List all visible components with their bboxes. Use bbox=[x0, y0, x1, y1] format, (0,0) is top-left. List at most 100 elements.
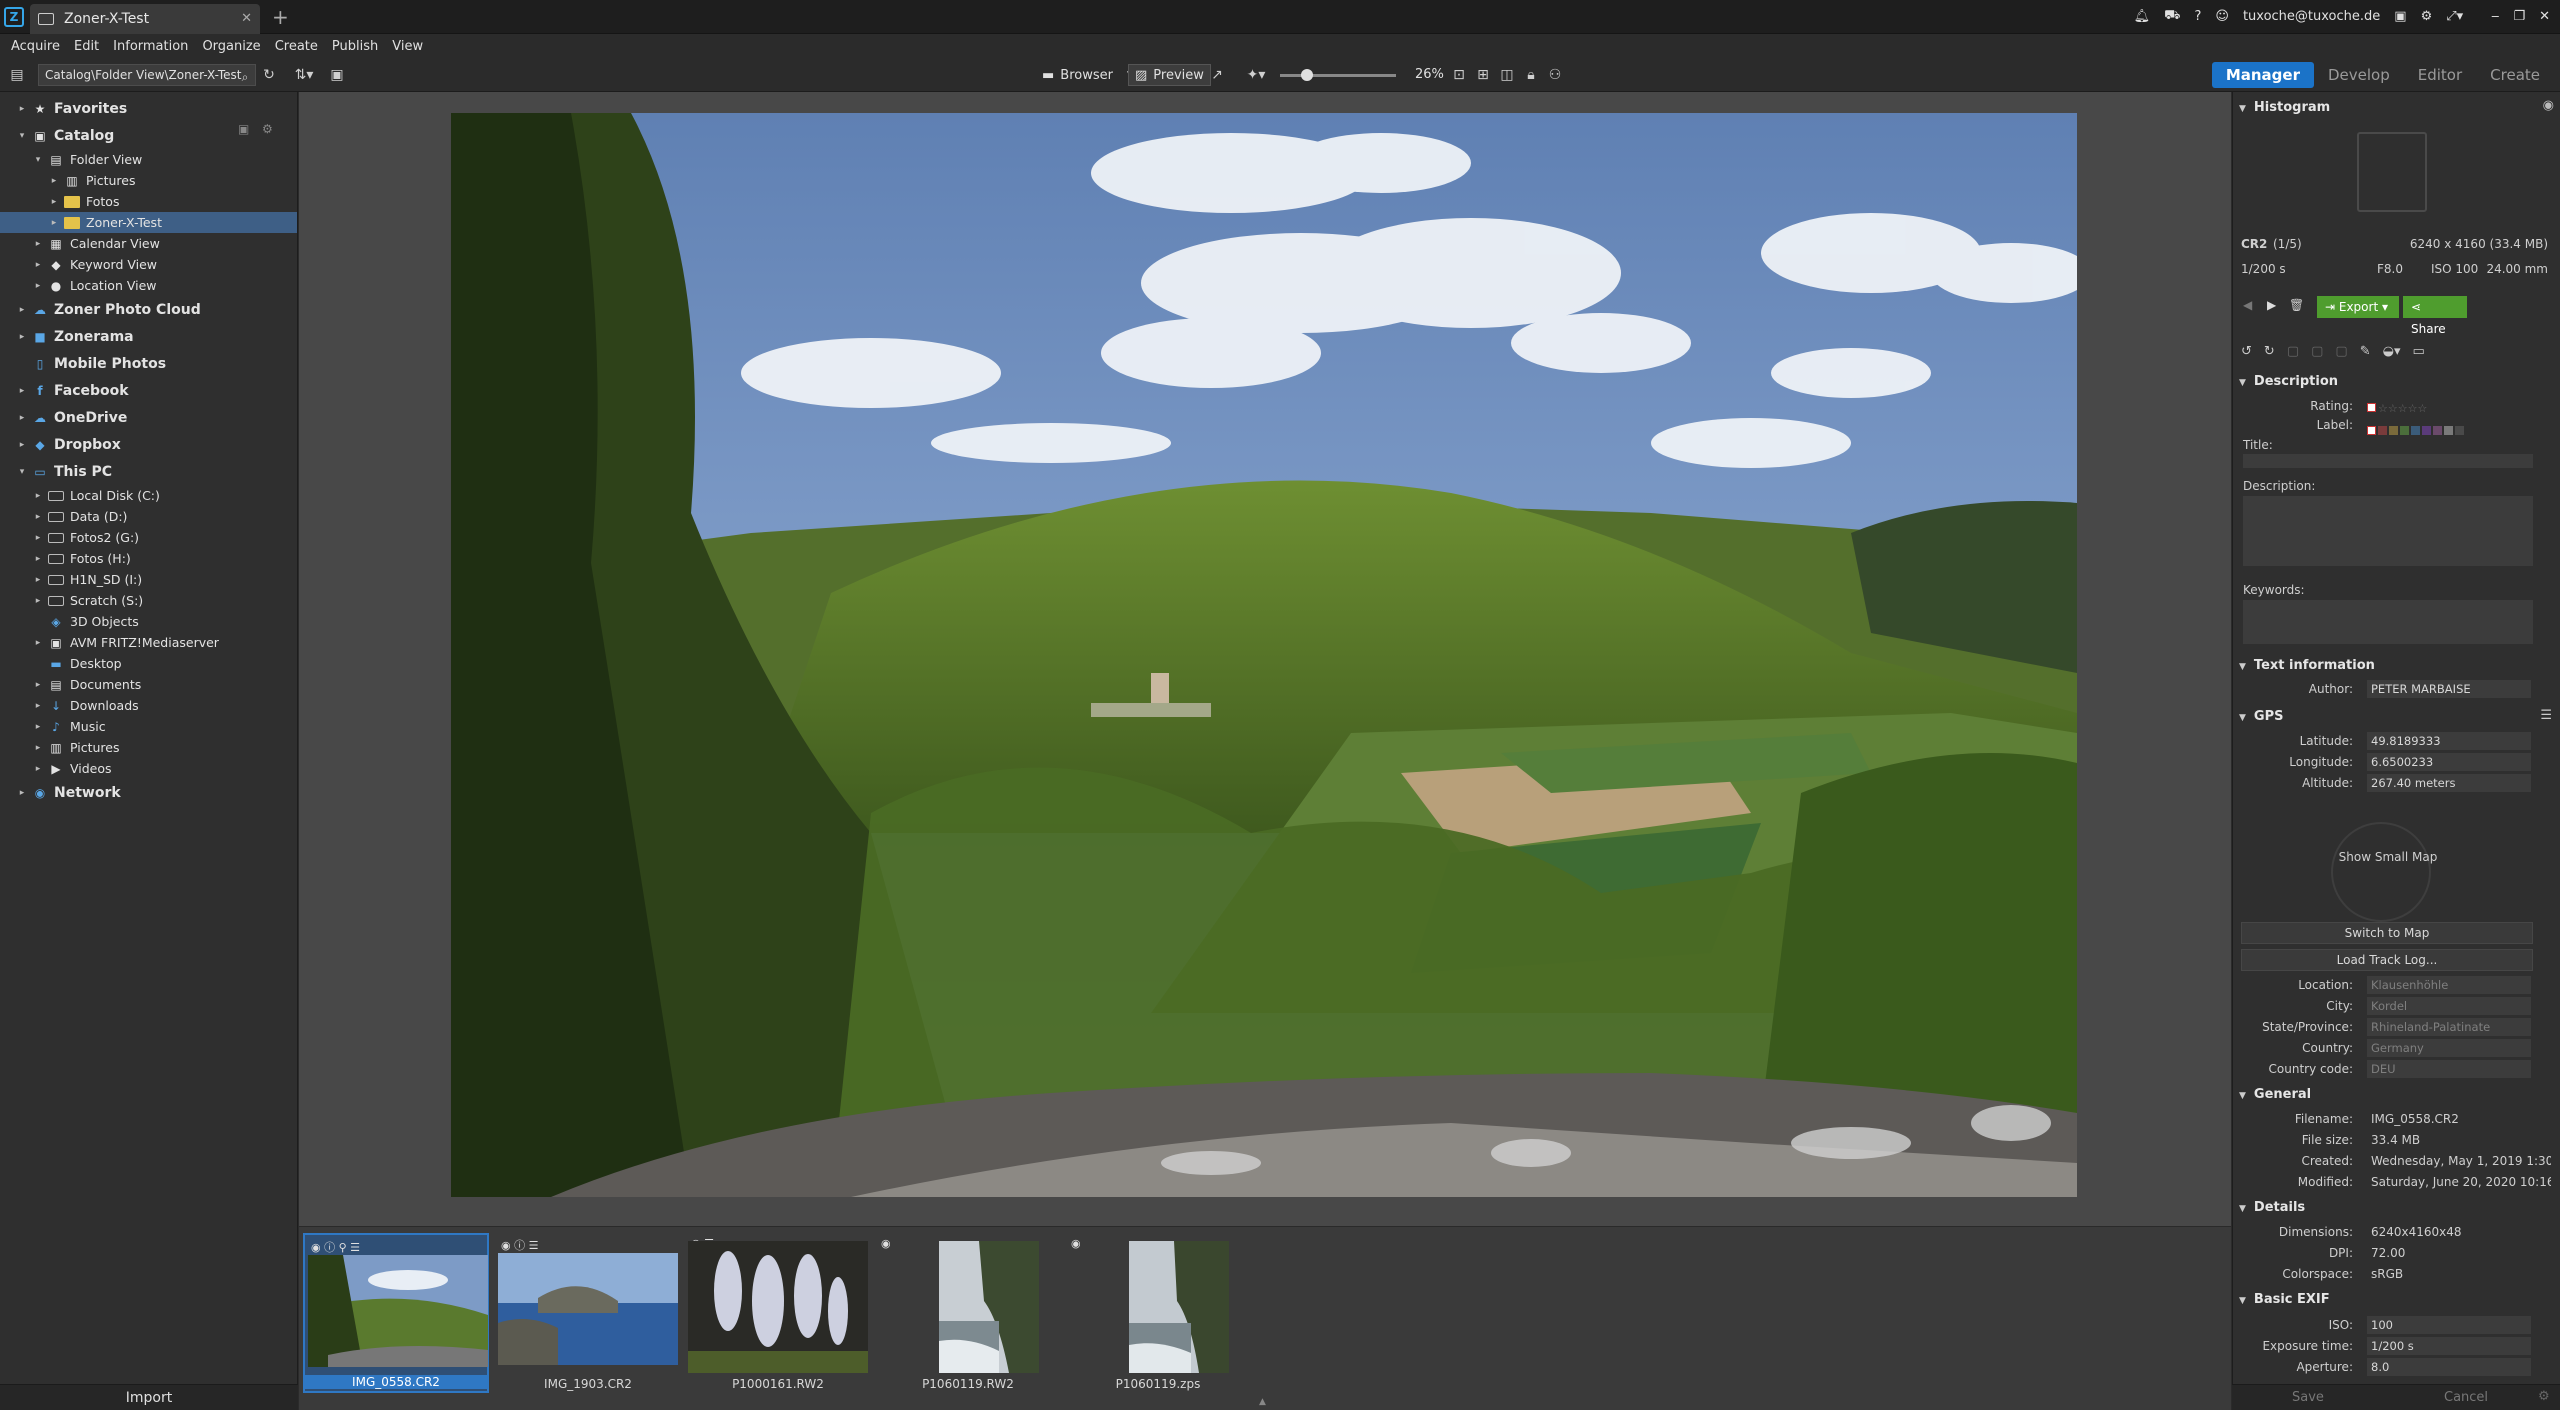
account-avatar-icon[interactable]: ☺ bbox=[2215, 9, 2229, 24]
people-icon[interactable]: ⚇ bbox=[1546, 66, 1564, 84]
collapse-arrow-icon[interactable]: ▸ bbox=[32, 596, 44, 606]
keywords-input[interactable] bbox=[2243, 600, 2533, 644]
location-field[interactable]: Klausenhöhle bbox=[2367, 976, 2531, 994]
new-tab-button[interactable]: + bbox=[272, 5, 289, 29]
tree-item-onedrive[interactable]: ▸ ☁ OneDrive bbox=[0, 404, 297, 431]
rating-stars[interactable]: ☆☆☆☆☆ bbox=[2367, 397, 2427, 416]
red-label-swatch[interactable] bbox=[2378, 426, 2387, 435]
switch-to-map-button[interactable]: Switch to Map bbox=[2241, 922, 2533, 944]
account-email[interactable]: tuxoche@tuxoche.de bbox=[2243, 9, 2380, 24]
general-section-header[interactable]: ▼ General bbox=[2239, 1087, 2311, 1102]
collapse-arrow-icon[interactable]: ▸ bbox=[48, 197, 60, 207]
tab-editor[interactable]: Editor bbox=[2404, 62, 2476, 88]
catalog-add-icon[interactable]: ▣ bbox=[238, 122, 249, 136]
collapse-arrow-icon[interactable]: ▸ bbox=[32, 533, 44, 543]
fit-window-icon[interactable]: ⊞ bbox=[1474, 66, 1492, 84]
collapse-arrow-icon[interactable]: ▸ bbox=[48, 218, 60, 228]
preview-mode-button[interactable]: ▨ Preview bbox=[1128, 64, 1211, 86]
tree-item-3d-objects[interactable]: ◈ 3D Objects bbox=[0, 611, 297, 632]
export-button[interactable]: ⇥ Export ▾ bbox=[2317, 296, 2399, 318]
sort-icon[interactable]: ⇅▾ bbox=[290, 66, 318, 84]
fullscreen-icon[interactable]: ⤢▾ bbox=[2446, 9, 2463, 24]
filmstrip-collapse-icon[interactable]: ▲ bbox=[1259, 1397, 1266, 1407]
tree-item-local-disk-c[interactable]: ▸ Local Disk (C:) bbox=[0, 485, 297, 506]
tree-item-zoner-x-test[interactable]: ▸ Zoner-X-Test bbox=[0, 212, 297, 233]
menu-create[interactable]: Create bbox=[272, 39, 321, 54]
cart-icon[interactable]: ⛟ bbox=[2164, 8, 2180, 25]
collapse-arrow-icon[interactable]: ▸ bbox=[32, 764, 44, 774]
next-arrow-icon[interactable]: ▶ bbox=[2267, 298, 2276, 312]
text-information-section-header[interactable]: ▼ Text information bbox=[2239, 658, 2375, 673]
close-tab-icon[interactable]: ✕ bbox=[241, 11, 252, 26]
load-track-log-button[interactable]: Load Track Log... bbox=[2241, 949, 2533, 971]
purple-label-swatch[interactable] bbox=[2422, 426, 2431, 435]
expand-arrow-icon[interactable]: ▾ bbox=[16, 131, 28, 141]
settings-gear-icon[interactable]: ⚙ bbox=[2421, 9, 2433, 24]
details-section-header[interactable]: ▼ Details bbox=[2239, 1200, 2305, 1215]
menu-edit[interactable]: Edit bbox=[71, 39, 102, 54]
paste-icon[interactable]: ▢ bbox=[2311, 344, 2323, 359]
expand-arrow-icon[interactable]: ▾ bbox=[16, 467, 28, 477]
tree-item-facebook[interactable]: ▸ f Facebook bbox=[0, 377, 297, 404]
copy-icon[interactable]: ▢ bbox=[2287, 344, 2299, 359]
quick-fix-icon[interactable]: ✦▾ bbox=[1242, 66, 1270, 84]
tree-item-music[interactable]: ▸ ♪ Music bbox=[0, 716, 297, 737]
refresh-icon[interactable]: ↻ bbox=[260, 66, 278, 84]
title-input[interactable] bbox=[2243, 454, 2533, 468]
collapse-arrow-icon[interactable]: ▸ bbox=[16, 332, 28, 342]
tree-item-videos[interactable]: ▸ ▶ Videos bbox=[0, 758, 297, 779]
fit-1to1-icon[interactable]: ⊡ bbox=[1450, 66, 1468, 84]
collapse-arrow-icon[interactable]: ▸ bbox=[16, 413, 28, 423]
iso-field[interactable]: 100 bbox=[2367, 1316, 2531, 1334]
tree-item-folder-view[interactable]: ▾ ▤ Folder View bbox=[0, 149, 297, 170]
latitude-field[interactable]: 49.8189333 bbox=[2367, 732, 2531, 750]
tree-item-desktop[interactable]: ▬ Desktop bbox=[0, 653, 297, 674]
gray-label-swatch[interactable] bbox=[2444, 426, 2453, 435]
collapse-arrow-icon[interactable]: ▸ bbox=[16, 788, 28, 798]
altitude-field[interactable]: 267.40 meters bbox=[2367, 774, 2531, 792]
aperture-field[interactable]: 8.0 bbox=[2367, 1358, 2531, 1376]
collapse-arrow-icon[interactable]: ▸ bbox=[32, 491, 44, 501]
star-icon[interactable]: ☆ bbox=[2378, 402, 2388, 415]
tree-item-data-d[interactable]: ▸ Data (D:) bbox=[0, 506, 297, 527]
longitude-field[interactable]: 6.6500233 bbox=[2367, 753, 2531, 771]
zoom-slider[interactable] bbox=[1280, 69, 1396, 81]
rotate-right-icon[interactable]: ↻ bbox=[2264, 344, 2275, 359]
tree-item-zoner-photo-cloud[interactable]: ▸ ☁ Zoner Photo Cloud bbox=[0, 296, 297, 323]
histogram-section-header[interactable]: ▼ Histogram bbox=[2239, 100, 2330, 115]
tree-item-zonerama[interactable]: ▸ ■ Zonerama bbox=[0, 323, 297, 350]
description-section-header[interactable]: ▼ Description bbox=[2239, 374, 2338, 389]
open-external-icon[interactable]: ↗ bbox=[1208, 66, 1226, 84]
filmstrip-thumbnail[interactable]: ◉ P1060119.RW2 bbox=[875, 1233, 1061, 1393]
catalog-settings-icon[interactable]: ⚙ bbox=[262, 122, 273, 136]
tree-item-documents[interactable]: ▸ ▤ Documents bbox=[0, 674, 297, 695]
basic-exif-section-header[interactable]: ▼ Basic EXIF bbox=[2239, 1292, 2330, 1307]
collapse-arrow-icon[interactable]: ▸ bbox=[32, 260, 44, 270]
histogram-options-icon[interactable]: ◉ bbox=[2543, 98, 2554, 113]
lock-icon[interactable]: 🔒︎ bbox=[1522, 66, 1540, 84]
pink-label-swatch[interactable] bbox=[2433, 426, 2442, 435]
import-button[interactable]: Import bbox=[0, 1384, 298, 1410]
tree-item-h1n-sd-i[interactable]: ▸ H1N_SD (I:) bbox=[0, 569, 297, 590]
menu-organize[interactable]: Organize bbox=[199, 39, 263, 54]
effects-icon[interactable]: ◒▾ bbox=[2383, 344, 2401, 359]
collapse-arrow-icon[interactable]: ▸ bbox=[32, 743, 44, 753]
comment-icon[interactable]: ▭ bbox=[2412, 344, 2424, 359]
expand-arrow-icon[interactable]: ▾ bbox=[32, 155, 44, 165]
country-code-field[interactable]: DEU bbox=[2367, 1060, 2531, 1078]
collapse-arrow-icon[interactable]: ▸ bbox=[32, 281, 44, 291]
show-small-map-link[interactable]: Show Small Map bbox=[2233, 850, 2543, 864]
tree-item-downloads[interactable]: ▸ ↓ Downloads bbox=[0, 695, 297, 716]
tree-item-network[interactable]: ▸ ◉ Network bbox=[0, 779, 297, 806]
rotate-left-icon[interactable]: ↺ bbox=[2241, 344, 2252, 359]
city-field[interactable]: Kordel bbox=[2367, 997, 2531, 1015]
tree-item-fotos[interactable]: ▸ Fotos bbox=[0, 191, 297, 212]
collapse-arrow-icon[interactable]: ▸ bbox=[48, 176, 60, 186]
save-button[interactable]: Save bbox=[2292, 1390, 2324, 1405]
browser-mode-button[interactable]: ▬ Browser ▼ bbox=[1036, 64, 1140, 86]
tree-item-pictures[interactable]: ▸ ▥ Pictures bbox=[0, 170, 297, 191]
no-rating-icon[interactable] bbox=[2367, 403, 2376, 412]
tools-wrench-icon[interactable]: ✎ bbox=[2360, 344, 2371, 359]
tree-item-catalog[interactable]: ▾ ▣ Catalog bbox=[0, 122, 297, 149]
green-label-swatch[interactable] bbox=[2400, 426, 2409, 435]
